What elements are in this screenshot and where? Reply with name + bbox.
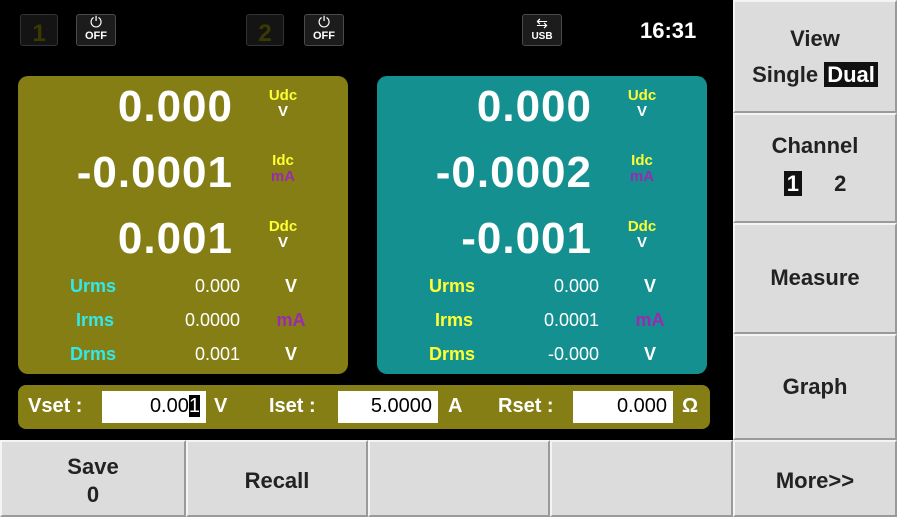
- udc-value: 0.000: [476, 82, 592, 131]
- setpoint-bar: Vset : 0.001 V Iset : 5.0000 A Rset : 0.…: [18, 385, 710, 429]
- drms-value: -0.000: [547, 344, 599, 364]
- channel-2-power-state: OFF: [313, 30, 335, 42]
- power-icon: ⏻: [90, 14, 102, 31]
- urms-label: Urms: [70, 276, 117, 296]
- urms-unit: V: [284, 276, 297, 296]
- blank-key-4[interactable]: [550, 440, 733, 517]
- save-slot: 0: [86, 482, 100, 507]
- irms-label: Irms: [435, 310, 474, 330]
- udc-value: 0.000: [117, 82, 233, 131]
- vset-label: Vset :: [28, 395, 83, 417]
- urms-label: Urms: [429, 276, 476, 296]
- channel-1-power-state: OFF: [85, 30, 107, 42]
- drms-label: Drms: [70, 344, 117, 364]
- vset-unit: V: [214, 395, 228, 417]
- usb-indicator: ⇆ USB: [522, 14, 562, 46]
- irms-label: Irms: [76, 310, 115, 330]
- idc-value: -0.0001: [76, 148, 233, 197]
- graph-label: Graph: [782, 374, 848, 399]
- channel-softkey[interactable]: Channel 1 2: [733, 113, 897, 223]
- recall-label: Recall: [244, 468, 310, 493]
- channel-1-panel: 0.000 Udc V -0.0001 Idc mA 0.001 Ddc V U…: [18, 76, 348, 374]
- channel-2-panel: 0.000 Udc V -0.0002 Idc mA -0.001 Ddc V …: [377, 76, 707, 374]
- usb-icon: ⇆: [536, 15, 548, 31]
- view-single-option: Single: [752, 62, 819, 87]
- blank-key-3[interactable]: [368, 440, 550, 517]
- more-softkey[interactable]: More>>: [733, 440, 897, 517]
- rset-input[interactable]: 0.000: [573, 391, 673, 423]
- channel-1-number: 1: [32, 20, 46, 47]
- ddc-label: Ddc V: [627, 218, 657, 251]
- udc-label: Udc V: [627, 87, 657, 120]
- ddc-value: 0.001: [117, 214, 233, 263]
- clock: 16:31: [640, 18, 697, 43]
- save-button[interactable]: Save 0: [0, 440, 186, 517]
- udc-label: Udc V: [268, 87, 298, 120]
- urms-unit: V: [643, 276, 656, 296]
- channel-2-option: 2: [834, 171, 847, 196]
- channel-options: 1 2: [735, 171, 895, 197]
- iset-label: Iset :: [269, 395, 316, 417]
- channel-2-power-toggle[interactable]: ⏻ OFF: [304, 14, 344, 46]
- iset-unit: A: [448, 395, 463, 417]
- ddc-value: -0.001: [461, 214, 592, 263]
- measure-label: Measure: [770, 265, 860, 290]
- view-softkey[interactable]: View Single Dual: [733, 0, 897, 113]
- view-options: Single Dual: [735, 62, 895, 88]
- urms-value: 0.000: [553, 276, 599, 296]
- ddc-label: Ddc V: [268, 218, 298, 251]
- channel-1-option: 1: [783, 171, 802, 196]
- drms-label: Drms: [429, 344, 476, 364]
- drms-unit: V: [643, 344, 656, 364]
- channel-1-indicator: 1: [20, 14, 58, 47]
- channel-title: Channel: [771, 133, 859, 158]
- drms-unit: V: [284, 344, 297, 364]
- channel-2-number: 2: [258, 20, 272, 47]
- drms-value: 0.001: [194, 344, 240, 364]
- measure-softkey[interactable]: Measure: [733, 223, 897, 334]
- idc-label: Idc mA: [270, 152, 296, 185]
- view-dual-option: Dual: [824, 62, 878, 87]
- urms-value: 0.000: [194, 276, 240, 296]
- edit-cursor: 1: [188, 395, 200, 417]
- idc-label: Idc mA: [629, 152, 655, 185]
- irms-value: 0.0000: [184, 310, 240, 330]
- irms-unit: mA: [635, 310, 665, 330]
- vset-input[interactable]: 0.001: [102, 391, 206, 423]
- power-icon: ⏻: [318, 14, 330, 31]
- iset-input[interactable]: 5.0000: [338, 391, 438, 423]
- irms-value: 0.0001: [543, 310, 599, 330]
- save-label: Save: [67, 454, 119, 479]
- graph-softkey[interactable]: Graph: [733, 334, 897, 440]
- channel-1-power-toggle[interactable]: ⏻ OFF: [76, 14, 116, 46]
- channel-2-indicator: 2: [246, 14, 284, 47]
- usb-label: USB: [531, 31, 553, 42]
- rset-label: Rset :: [498, 395, 554, 417]
- recall-button[interactable]: Recall: [186, 440, 368, 517]
- irms-unit: mA: [276, 310, 306, 330]
- view-title: View: [790, 26, 840, 51]
- more-label: More>>: [775, 468, 855, 493]
- rset-unit: Ω: [682, 395, 699, 417]
- idc-value: -0.0002: [435, 148, 592, 197]
- status-bar: 1 ⏻ OFF 2 ⏻ OFF ⇆ USB 16:31: [0, 0, 733, 62]
